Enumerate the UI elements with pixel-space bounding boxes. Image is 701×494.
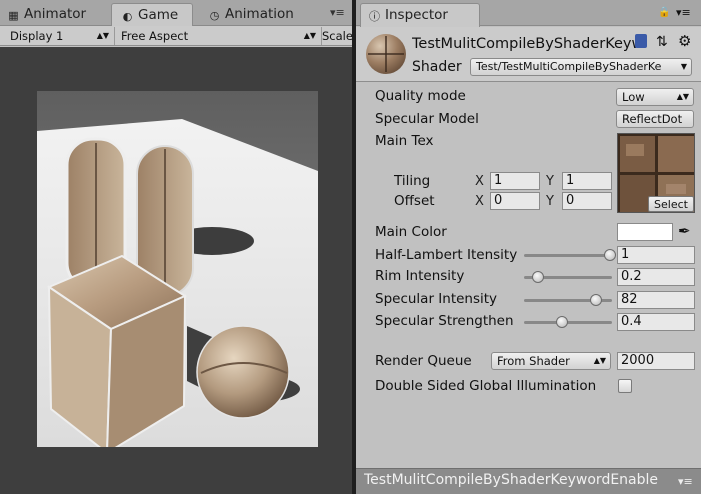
render-queue-dropdown[interactable]: From Shader ▲▼ <box>491 352 611 370</box>
double-sided-gi-label: Double Sided Global Illumination <box>375 378 597 394</box>
updown-arrow-icon: ▲▼ <box>303 31 316 40</box>
main-color-swatch[interactable] <box>617 223 673 241</box>
tiling-label: Tiling <box>394 173 431 189</box>
texture-select-button[interactable]: Select <box>648 196 694 212</box>
shader-dropdown[interactable]: Test/TestMultiCompileByShaderKe ▼ <box>470 58 692 76</box>
updown-arrow-icon: ▲▼ <box>593 356 606 365</box>
game-pacman-icon: ◐ <box>122 10 133 23</box>
half-lambert-slider-track[interactable] <box>524 254 612 257</box>
updown-arrow-icon: ▲▼ <box>676 92 689 101</box>
quality-mode-label: Quality mode <box>375 88 466 104</box>
specular-model-dropdown[interactable]: ReflectDot <box>616 110 694 128</box>
specular-strengthen-label: Specular Strengthen <box>375 313 514 329</box>
tex-quadrant <box>658 136 694 172</box>
offset-x-field[interactable]: 0 <box>490 192 540 210</box>
specular-intensity-label: Specular Intensity <box>375 291 498 307</box>
rim-intensity-label: Rim Intensity <box>375 268 465 284</box>
tab-inspector[interactable]: ⓘ Inspector <box>360 3 480 27</box>
info-icon: ⓘ <box>369 10 380 23</box>
quality-mode-dropdown[interactable]: Low ▲▼ <box>616 88 694 106</box>
material-name: TestMulitCompileByShaderKeyw <box>412 36 638 52</box>
clock-icon: ◷ <box>209 9 220 22</box>
tab-menu-icon[interactable]: ▾≡ <box>330 6 345 19</box>
animator-icon: ▦ <box>8 9 19 22</box>
tab-menu-icon[interactable]: ▾≡ <box>676 6 691 19</box>
main-color-label: Main Color <box>375 224 447 240</box>
half-lambert-field[interactable]: 1 <box>617 246 695 264</box>
main-tex-label: Main Tex <box>375 133 434 149</box>
updown-arrow-icon: ▲▼ <box>96 31 109 40</box>
offset-y-label: Y <box>546 194 554 209</box>
material-preview-icon <box>366 34 406 74</box>
specular-strengthen-field[interactable]: 0.4 <box>617 313 695 331</box>
material-header: TestMulitCompileByShaderKeyw ⇅ ⚙ Shader … <box>356 27 701 82</box>
tiling-x-label: X <box>475 174 484 189</box>
chevron-down-icon: ▼ <box>680 62 687 71</box>
sphere <box>196 325 290 419</box>
offset-y-field[interactable]: 0 <box>562 192 612 210</box>
book-icon[interactable] <box>635 34 647 48</box>
tiling-x-field[interactable]: 1 <box>490 172 540 190</box>
aspect-dropdown[interactable]: Free Aspect ▲▼ <box>115 27 322 45</box>
offset-x-label: X <box>475 194 484 209</box>
game-window: ▦ Animator ◐ Game ◷ Animation ▾≡ Display 1 ▲… <box>0 0 353 494</box>
render-queue-label: Render Queue <box>375 353 472 369</box>
specular-intensity-field[interactable]: 82 <box>617 291 695 309</box>
game-toolbar: Display 1 ▲▼ Free Aspect ▲▼ Scale <box>0 26 353 46</box>
shader-label: Shader <box>412 59 462 75</box>
half-lambert-slider-thumb[interactable] <box>604 249 616 261</box>
double-sided-gi-checkbox[interactable] <box>618 379 632 393</box>
game-viewport[interactable] <box>0 47 352 494</box>
rendered-scene <box>37 91 318 447</box>
specular-model-label: Specular Model <box>375 111 479 127</box>
inspector-tab-bar: ⓘ Inspector 🔒 ▾≡ <box>356 0 701 27</box>
footer-asset-name: TestMulitCompileByShaderKeywordEnable <box>364 472 659 488</box>
display-dropdown[interactable]: Display 1 ▲▼ <box>4 27 115 45</box>
tiling-y-label: Y <box>546 174 554 189</box>
lock-icon[interactable]: 🔒 <box>658 7 670 18</box>
specular-intensity-slider-thumb[interactable] <box>589 294 602 306</box>
specular-strengthen-slider-thumb[interactable] <box>556 316 568 328</box>
tab-game[interactable]: ◐ Game <box>111 3 194 27</box>
tab-animation[interactable]: ◷ Animation <box>209 3 294 26</box>
tex-stain <box>666 184 686 194</box>
eyedropper-icon[interactable]: ✒ <box>678 222 691 240</box>
left-tab-bar: ▦ Animator ◐ Game ◷ Animation ▾≡ <box>0 0 352 27</box>
inspector-window: ⓘ Inspector 🔒 ▾≡ TestMulitCompileByShader… <box>356 0 701 494</box>
tex-stain <box>626 144 644 156</box>
asset-footer-bar: TestMulitCompileByShaderKeywordEnable ▾≡ <box>356 468 701 494</box>
specular-strengthen-slider-track[interactable] <box>524 321 612 324</box>
gear-icon[interactable]: ⚙ <box>678 32 691 50</box>
tiling-y-field[interactable]: 1 <box>562 172 612 190</box>
render-queue-field[interactable]: 2000 <box>617 352 695 370</box>
footer-menu-icon[interactable]: ▾≡ <box>678 475 693 488</box>
rim-intensity-field[interactable]: 0.2 <box>617 268 695 286</box>
rim-intensity-slider-thumb[interactable] <box>532 271 544 283</box>
preset-sliders-icon[interactable]: ⇅ <box>656 34 668 50</box>
offset-label: Offset <box>394 193 435 209</box>
tab-animator[interactable]: ▦ Animator <box>8 3 86 26</box>
half-lambert-label: Half-Lambert Itensity <box>375 247 518 263</box>
